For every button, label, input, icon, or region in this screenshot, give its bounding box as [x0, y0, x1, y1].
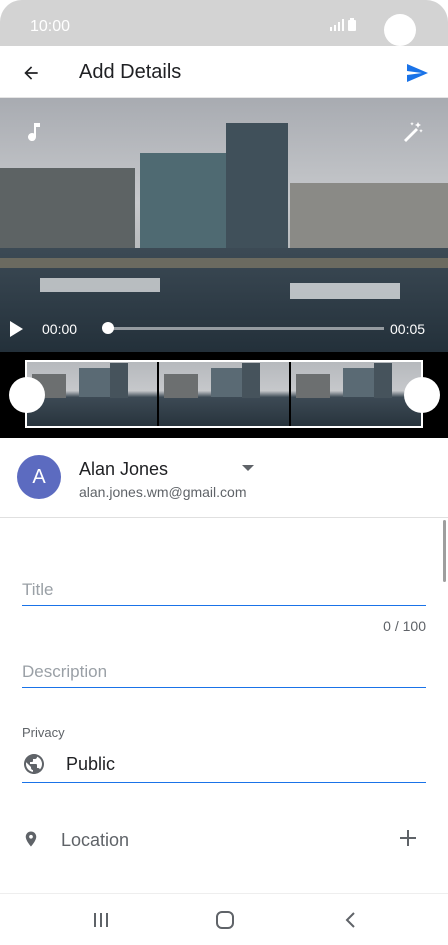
- video-preview[interactable]: [0, 98, 448, 352]
- back-nav-icon: [345, 912, 355, 928]
- arrow-back-icon: [24, 66, 38, 80]
- location-row[interactable]: Location: [0, 815, 448, 865]
- account-email: alan.jones.wm@gmail.com: [79, 484, 247, 500]
- signal-icon: [330, 19, 344, 31]
- seek-handle[interactable]: [102, 322, 114, 334]
- video-building: [0, 168, 135, 248]
- dropdown-arrow-icon[interactable]: [241, 464, 255, 472]
- privacy-value: Public: [66, 754, 116, 774]
- status-time: 10:00: [30, 18, 71, 35]
- video-boats: [290, 283, 400, 299]
- account-selector[interactable]: A Alan Jones alan.jones.wm@gmail.com: [0, 438, 448, 518]
- title-field[interactable]: [22, 580, 426, 606]
- recents-icon: [94, 913, 108, 927]
- back-button[interactable]: [16, 58, 46, 88]
- add-location-icon[interactable]: [398, 828, 418, 848]
- description-field[interactable]: [22, 662, 426, 688]
- location-label: Location: [61, 830, 130, 850]
- play-button[interactable]: [8, 320, 24, 343]
- video-building: [226, 123, 288, 248]
- status-icons: [330, 18, 356, 31]
- video-building: [290, 183, 448, 248]
- video-boats: [40, 278, 160, 292]
- trim-end-handle[interactable]: [404, 377, 440, 413]
- music-note-icon: [28, 123, 40, 142]
- magic-button[interactable]: [400, 120, 424, 149]
- scroll-indicator[interactable]: [443, 520, 446, 582]
- magic-wand-icon: [404, 122, 423, 142]
- privacy-label: Privacy: [22, 725, 65, 740]
- privacy-selector[interactable]: Public: [22, 750, 426, 783]
- page-title: Add Details: [79, 61, 182, 83]
- trim-strip: [0, 352, 448, 438]
- send-button[interactable]: [402, 58, 432, 88]
- thumbnail: [159, 362, 289, 426]
- trim-frame: [25, 360, 423, 428]
- home-icon: [216, 911, 234, 929]
- send-icon: [407, 64, 428, 82]
- home-button[interactable]: [210, 908, 240, 932]
- battery-icon: [348, 18, 356, 31]
- recents-button[interactable]: [86, 908, 116, 932]
- seek-bar[interactable]: [108, 327, 384, 330]
- music-button[interactable]: [22, 120, 46, 149]
- globe-icon: [24, 754, 44, 774]
- title-input[interactable]: [22, 580, 426, 600]
- current-time: 00:00: [42, 321, 78, 337]
- play-icon: [10, 321, 23, 337]
- account-name: Alan Jones: [79, 459, 169, 479]
- trim-start-handle[interactable]: [9, 377, 45, 413]
- title-char-counter: 0 / 100: [383, 618, 426, 634]
- description-input[interactable]: [22, 662, 426, 682]
- status-bar: 10:00: [0, 0, 448, 46]
- camera-cutout: [384, 14, 416, 46]
- duration: 00:05: [390, 321, 426, 337]
- avatar: A: [17, 455, 61, 499]
- video-building: [140, 153, 230, 248]
- system-nav-bar: [0, 893, 448, 945]
- location-pin-icon: [25, 831, 37, 847]
- thumbnail: [27, 362, 157, 426]
- app-bar: Add Details: [0, 46, 448, 98]
- thumbnail: [291, 362, 421, 426]
- back-nav-button[interactable]: [336, 908, 366, 932]
- video-pier: [0, 258, 448, 268]
